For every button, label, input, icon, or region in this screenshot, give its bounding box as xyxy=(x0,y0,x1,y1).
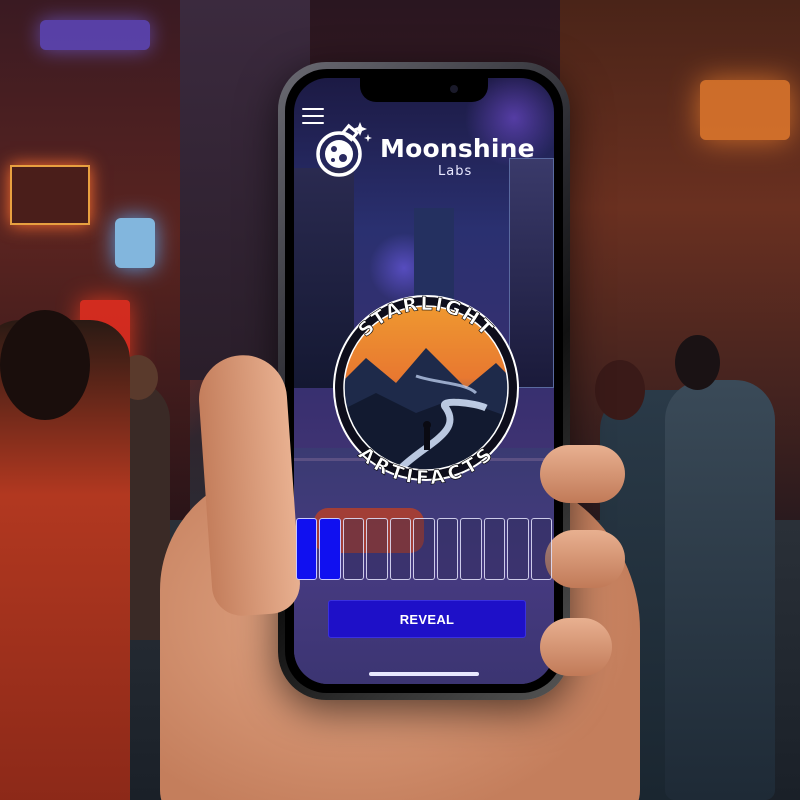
progress-slot-empty xyxy=(413,518,435,580)
progress-slot-empty xyxy=(366,518,388,580)
brand-name: Moonshine xyxy=(380,134,535,163)
progress-slot-empty xyxy=(460,518,482,580)
progress-slot-empty xyxy=(342,518,365,580)
reveal-button[interactable]: REVEAL xyxy=(328,600,526,638)
home-indicator[interactable] xyxy=(369,672,479,676)
phone-notch xyxy=(360,78,488,102)
flask-moon-icon xyxy=(316,122,372,177)
starlight-artifacts-badge: STARLIGHT ARTIFACTS xyxy=(333,293,519,488)
progress-slot-filled xyxy=(296,518,318,580)
phone-device: Moonshine Labs STARLIGHT ARTIFACTS REVEA… xyxy=(278,62,570,700)
progress-slot-empty xyxy=(507,518,529,580)
collection-progress-bar xyxy=(294,518,554,584)
brand-logo: Moonshine Labs xyxy=(312,118,552,179)
progress-slot-filled xyxy=(319,518,341,580)
thumb xyxy=(196,352,302,618)
progress-slot-empty xyxy=(436,518,459,580)
finger xyxy=(540,445,625,503)
brand-subtitle: Labs xyxy=(438,164,473,179)
background-person xyxy=(665,380,775,800)
finger xyxy=(540,618,612,676)
finger xyxy=(545,530,625,588)
progress-slot-empty xyxy=(530,518,552,580)
progress-slot-empty xyxy=(483,518,506,580)
camera-icon xyxy=(450,85,458,93)
progress-slot-empty xyxy=(389,518,412,580)
app-screen: Moonshine Labs STARLIGHT ARTIFACTS REVEA… xyxy=(294,78,554,684)
